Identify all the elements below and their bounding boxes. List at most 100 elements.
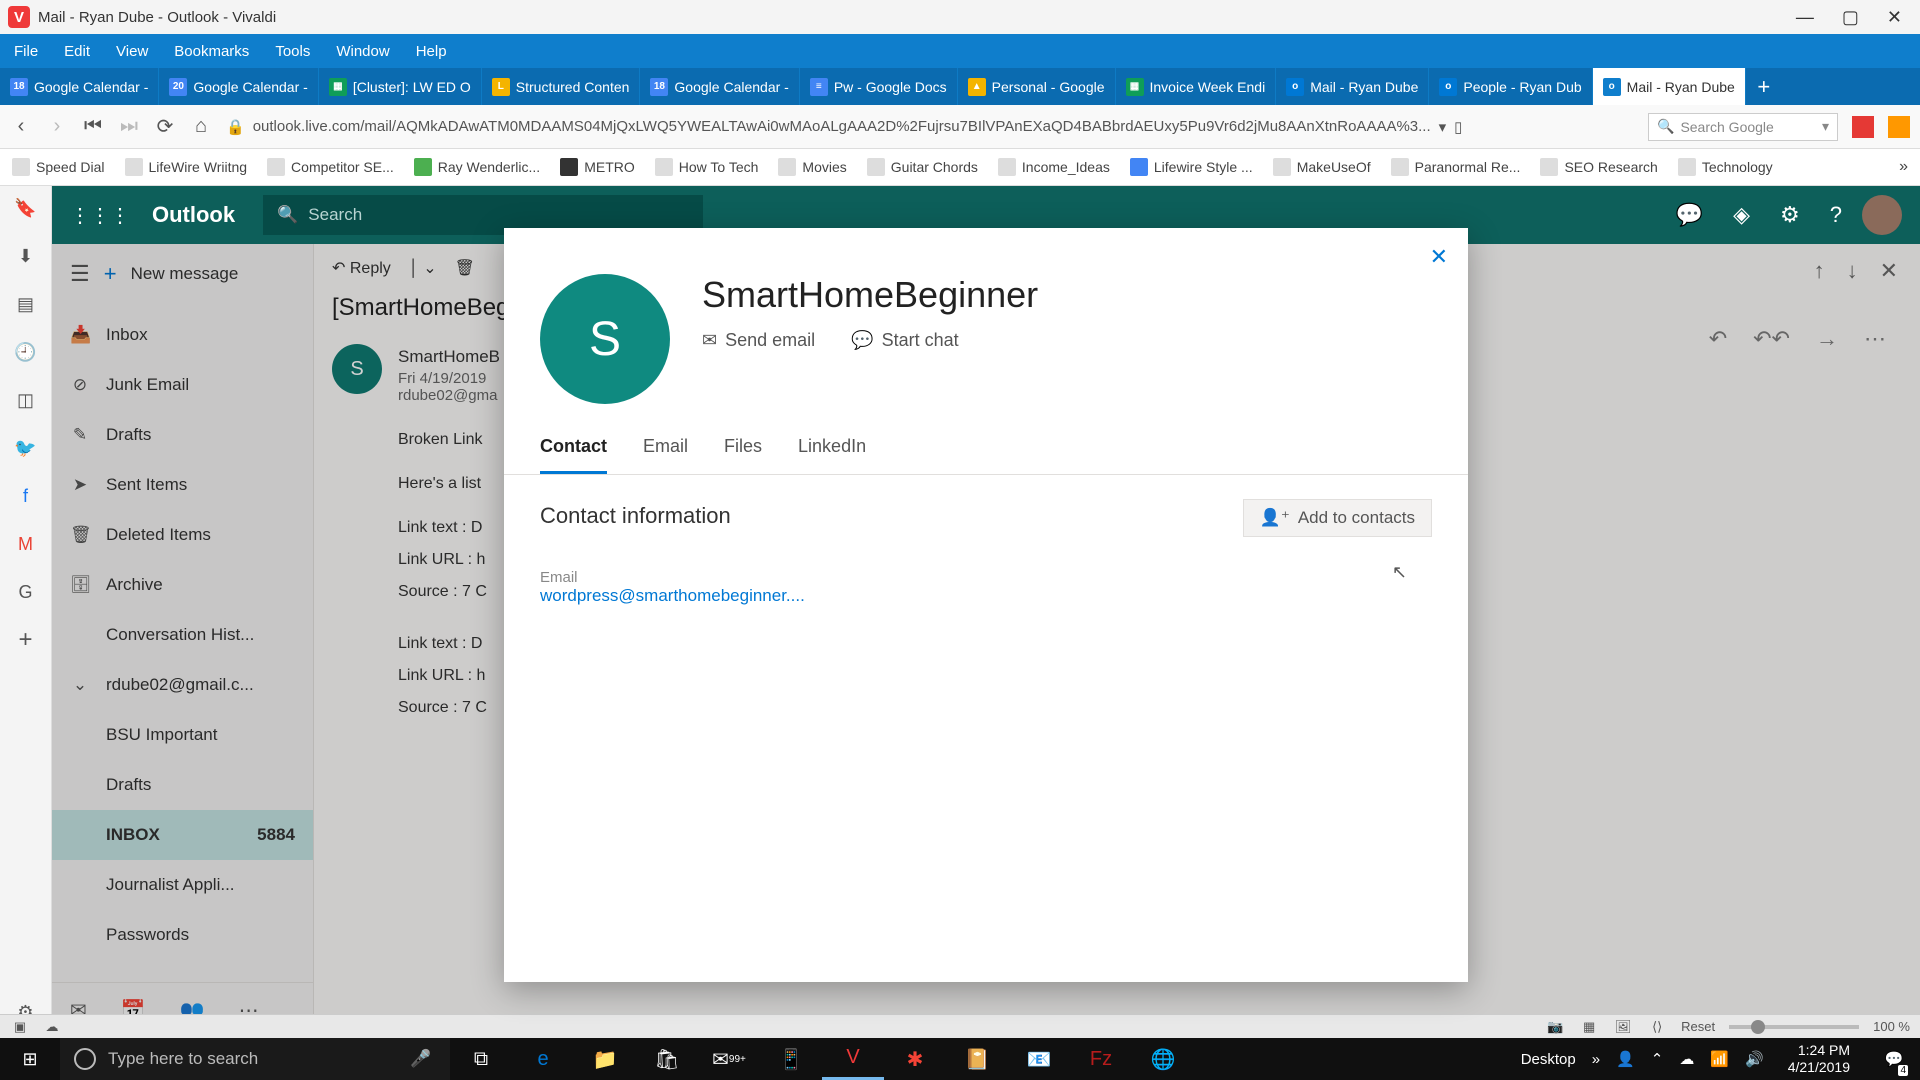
sender-avatar[interactable]: S <box>332 344 382 394</box>
tray-chevron-icon[interactable]: ⌃ <box>1651 1050 1664 1068</box>
menu-file[interactable]: File <box>14 43 38 60</box>
mic-icon[interactable]: 🎤 <box>410 1049 436 1069</box>
people-icon[interactable]: 👤 <box>1616 1050 1635 1068</box>
store-icon[interactable]: 🛍 <box>636 1038 698 1080</box>
rewind-button[interactable]: ⏮ <box>82 115 104 138</box>
tray-overflow-icon[interactable]: » <box>1592 1051 1600 1068</box>
bookmarks-panel-icon[interactable]: 🔖 <box>14 196 38 220</box>
volume-icon[interactable]: 🔊 <box>1745 1050 1764 1068</box>
taskbar-search[interactable]: Type here to search 🎤 <box>60 1038 450 1080</box>
zoom-slider[interactable] <box>1729 1025 1859 1029</box>
folder-inbox2[interactable]: INBOX5884 <box>52 810 313 860</box>
start-button[interactable]: ⊞ <box>0 1038 60 1080</box>
filezilla-icon[interactable]: Fz <box>1070 1038 1132 1080</box>
folder-passwords[interactable]: Passwords <box>52 910 313 960</box>
capture-icon[interactable]: 📷 <box>1545 1019 1565 1035</box>
tab-contact[interactable]: Contact <box>540 436 607 474</box>
folder-deleted[interactable]: 🗑Deleted Items <box>52 510 313 560</box>
folder-journalist[interactable]: Journalist Appli... <box>52 860 313 910</box>
user-avatar[interactable] <box>1862 195 1902 235</box>
tab-files[interactable]: Files <box>724 436 762 474</box>
clock[interactable]: 1:24 PM 4/21/2019 <box>1780 1042 1858 1077</box>
window-panel-icon[interactable]: ◫ <box>14 388 38 412</box>
tab-5[interactable]: ≡Pw - Google Docs <box>800 68 958 105</box>
bm-6[interactable]: Movies <box>778 158 846 176</box>
send-email-button[interactable]: ✉ Send email <box>702 330 815 351</box>
delete-button[interactable]: 🗑 <box>455 258 475 278</box>
tab-0[interactable]: 18Google Calendar - <box>0 68 159 105</box>
menu-window[interactable]: Window <box>336 43 389 60</box>
phone-icon[interactable]: 📱 <box>760 1038 822 1080</box>
google-panel-icon[interactable]: G <box>14 580 38 604</box>
card-close-button[interactable]: ✕ <box>1430 244 1448 270</box>
bm-0[interactable]: Speed Dial <box>12 158 105 176</box>
home-button[interactable]: ⌂ <box>190 115 212 138</box>
mail-icon[interactable]: ✉99+ <box>698 1038 760 1080</box>
bm-1[interactable]: LifeWire Wriitng <box>125 158 248 176</box>
folder-conv-hist[interactable]: Conversation Hist... <box>52 610 313 660</box>
ext-icon-1[interactable] <box>1852 116 1874 138</box>
folder-drafts[interactable]: ✎Drafts <box>52 410 313 460</box>
sync-icon[interactable]: ▣ <box>10 1019 30 1035</box>
search-dropdown-icon[interactable]: ▾ <box>1822 118 1829 135</box>
app-icon-1[interactable]: ✱ <box>884 1038 946 1080</box>
bm-7[interactable]: Guitar Chords <box>867 158 978 176</box>
tab-linkedin[interactable]: LinkedIn <box>798 436 866 474</box>
folder-archive[interactable]: 🗄Archive <box>52 560 313 610</box>
tab-1[interactable]: 20Google Calendar - <box>159 68 318 105</box>
forward-button[interactable]: › <box>46 115 68 138</box>
tab-7[interactable]: ▦Invoice Week Endi <box>1116 68 1277 105</box>
close-msg-icon[interactable]: ✕ <box>1880 258 1898 284</box>
menu-edit[interactable]: Edit <box>64 43 90 60</box>
devtools-icon[interactable]: ⟨⟩ <box>1647 1019 1667 1035</box>
tile-icon[interactable]: ▦ <box>1579 1019 1599 1035</box>
tab-10[interactable]: oMail - Ryan Dube <box>1593 68 1746 105</box>
image-icon[interactable]: 🖼 <box>1613 1019 1633 1035</box>
bm-11[interactable]: Paranormal Re... <box>1391 158 1521 176</box>
tab-2[interactable]: ▦[Cluster]: LW ED O <box>319 68 482 105</box>
settings-icon[interactable]: ⚙ <box>1780 202 1800 228</box>
search-box[interactable]: 🔍 Search Google ▾ <box>1648 113 1838 141</box>
gmail-panel-icon[interactable]: M <box>14 532 38 556</box>
ext-icon-2[interactable] <box>1888 116 1910 138</box>
wifi-icon[interactable]: 📶 <box>1710 1050 1729 1068</box>
url-dropdown-icon[interactable]: ▾ <box>1439 118 1447 136</box>
facebook-panel-icon[interactable]: f <box>14 484 38 508</box>
vivaldi-taskbar-icon[interactable]: V <box>822 1038 884 1080</box>
zoom-reset[interactable]: Reset <box>1681 1019 1715 1034</box>
folder-junk[interactable]: ⊘Junk Email <box>52 360 313 410</box>
add-panel-button[interactable]: + <box>14 628 38 652</box>
reload-button[interactable]: ⟳ <box>154 114 176 139</box>
bm-13[interactable]: Technology <box>1678 158 1773 176</box>
premium-icon[interactable]: ◈ <box>1733 202 1750 228</box>
minimize-button[interactable]: — <box>1796 7 1814 28</box>
bm-4[interactable]: METRO <box>560 158 635 176</box>
help-icon[interactable]: ? <box>1830 202 1842 228</box>
app-launcher-icon[interactable]: ⋮⋮⋮ <box>70 203 130 228</box>
bm-2[interactable]: Competitor SE... <box>267 158 394 176</box>
notepad-icon[interactable]: 📔 <box>946 1038 1008 1080</box>
bm-5[interactable]: How To Tech <box>655 158 759 176</box>
menu-help[interactable]: Help <box>416 43 447 60</box>
outlook-taskbar-icon[interactable]: 📧 <box>1008 1038 1070 1080</box>
reply-all-icon[interactable]: ↶↶ <box>1753 326 1790 352</box>
task-view-icon[interactable]: ⧉ <box>450 1038 512 1080</box>
bm-8[interactable]: Income_Ideas <box>998 158 1110 176</box>
bm-3[interactable]: Ray Wenderlic... <box>414 158 540 176</box>
twitter-panel-icon[interactable]: 🐦 <box>14 436 38 460</box>
new-tab-button[interactable]: + <box>1746 68 1782 105</box>
tab-6[interactable]: ▲Personal - Google <box>958 68 1116 105</box>
tab-3[interactable]: LStructured Conten <box>482 68 641 105</box>
reader-icon[interactable]: ▯ <box>1454 118 1462 136</box>
new-message-button[interactable]: ☰ + New message <box>52 244 313 304</box>
tab-9[interactable]: oPeople - Ryan Dub <box>1429 68 1592 105</box>
notification-icon[interactable]: 💬4 <box>1874 1038 1914 1080</box>
folder-inbox[interactable]: 📥Inbox <box>52 310 313 360</box>
more-actions-icon[interactable]: ⋯ <box>1864 326 1886 352</box>
folder-bsu[interactable]: BSU Important <box>52 710 313 760</box>
desktop-label[interactable]: Desktop <box>1521 1051 1576 1068</box>
menu-bookmarks[interactable]: Bookmarks <box>174 43 249 60</box>
cloud-icon[interactable]: ☁ <box>42 1019 62 1035</box>
reply-button[interactable]: ↶ Reply <box>332 258 391 278</box>
tab-email[interactable]: Email <box>643 436 688 474</box>
